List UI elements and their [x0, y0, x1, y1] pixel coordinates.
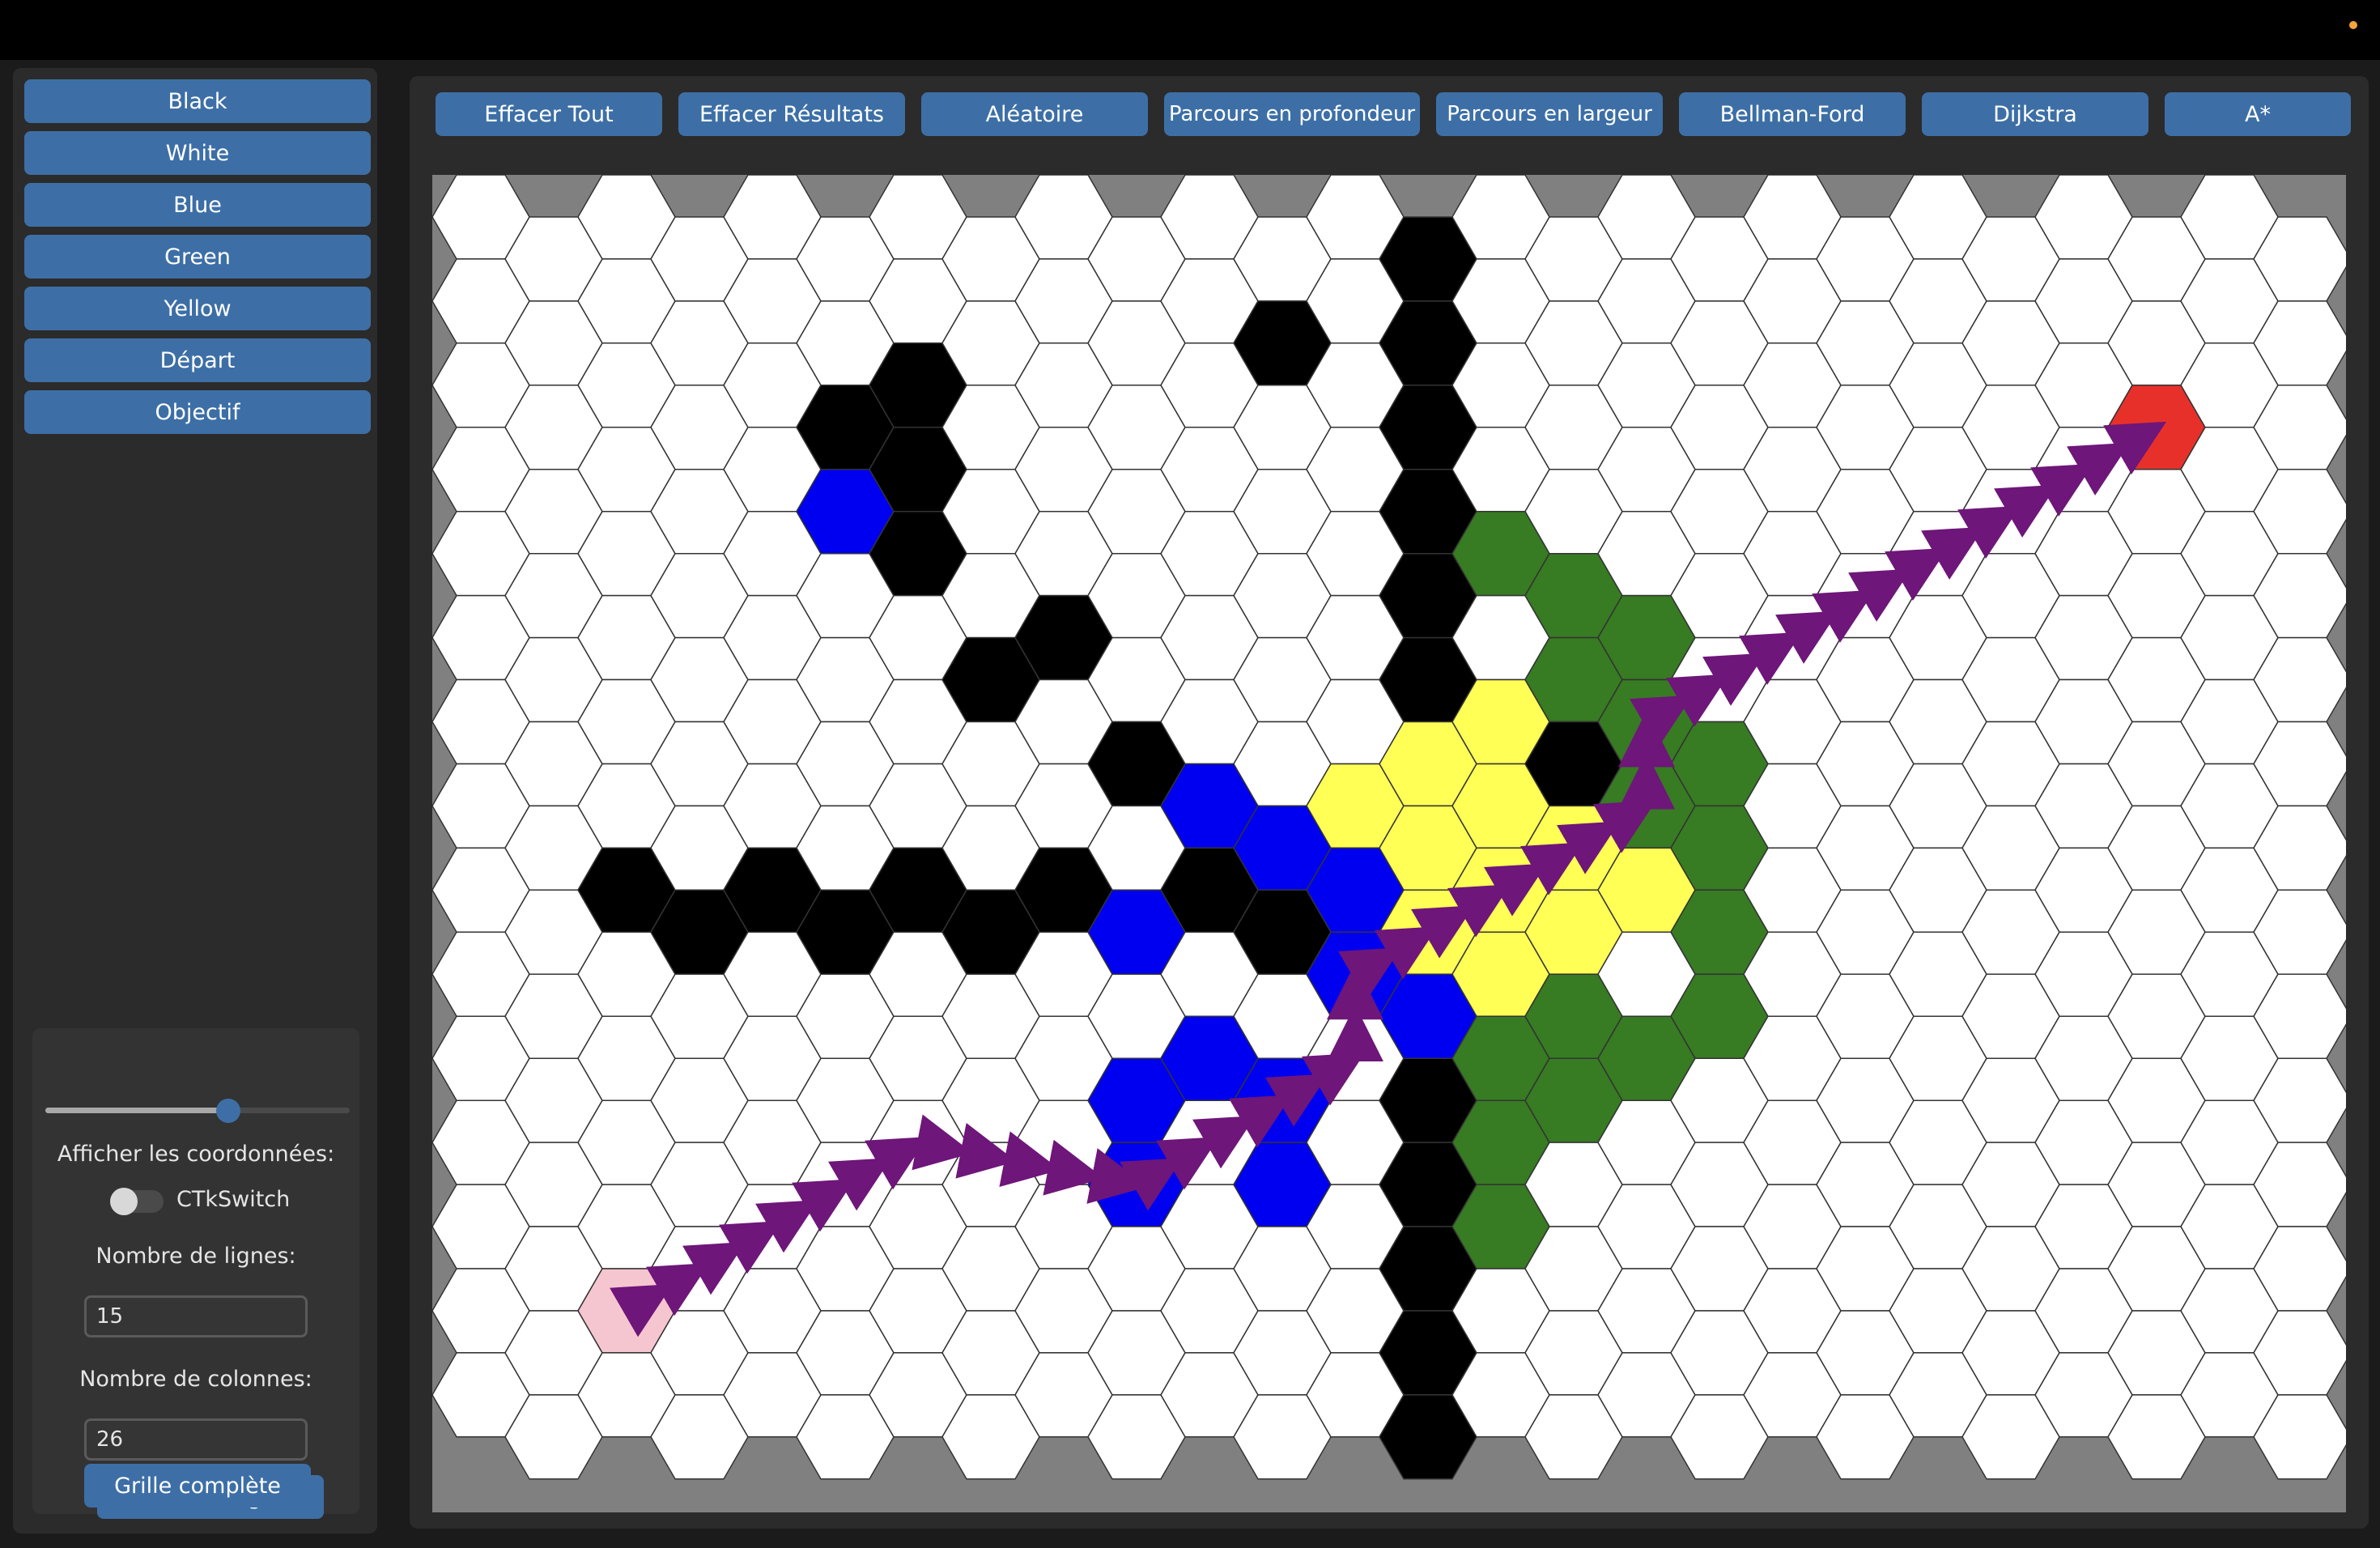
- bellman-ford-button[interactable]: Bellman-Ford: [1679, 92, 1906, 136]
- coords-switch[interactable]: [110, 1188, 164, 1215]
- full-grid-button[interactable]: Grille complète: [84, 1464, 311, 1508]
- hex-grid-canvas[interactable]: [432, 175, 2346, 1512]
- hex-grid[interactable]: [432, 175, 2346, 1512]
- color-button-yellow[interactable]: Yellow: [24, 287, 371, 330]
- left-sidebar: Black White Blue Green Yellow Départ Obj…: [13, 68, 377, 1533]
- color-button-green[interactable]: Green: [24, 235, 371, 279]
- start-button[interactable]: Départ: [24, 338, 371, 382]
- size-slider[interactable]: [45, 1108, 350, 1113]
- show-coords-label: Afficher les coordonnées:: [57, 1142, 335, 1167]
- switch-label: CTkSwitch: [176, 1187, 291, 1212]
- astar-button[interactable]: A*: [2165, 92, 2351, 136]
- bfs-button[interactable]: Parcours en largeur: [1436, 92, 1663, 136]
- cols-input[interactable]: 26: [84, 1418, 308, 1461]
- color-button-black[interactable]: Black: [24, 79, 371, 123]
- dijkstra-button[interactable]: Dijkstra: [1922, 92, 2148, 136]
- slider-fill: [45, 1108, 228, 1113]
- color-button-blue[interactable]: Blue: [24, 183, 371, 227]
- rows-input[interactable]: 15: [84, 1295, 308, 1337]
- settings-panel: Afficher les coordonnées: CTkSwitch Nomb…: [32, 1028, 359, 1519]
- cols-label: Nombre de colonnes:: [79, 1367, 312, 1392]
- switch-knob: [110, 1188, 138, 1215]
- random-button[interactable]: Aléatoire: [921, 92, 1148, 136]
- color-button-white[interactable]: White: [24, 131, 371, 175]
- slider-handle[interactable]: [215, 1099, 240, 1123]
- dfs-button[interactable]: Parcours en profondeur: [1164, 92, 1420, 136]
- main-panel: Effacer Tout Effacer Résultats Aléatoire…: [410, 76, 2369, 1529]
- rows-label: Nombre de lignes:: [96, 1244, 296, 1269]
- goal-button[interactable]: Objectif: [24, 390, 371, 434]
- clear-all-button[interactable]: Effacer Tout: [436, 92, 662, 136]
- clear-results-button[interactable]: Effacer Résultats: [678, 92, 905, 136]
- window-title-bar: [0, 0, 2380, 60]
- recording-indicator-icon: [2349, 21, 2357, 29]
